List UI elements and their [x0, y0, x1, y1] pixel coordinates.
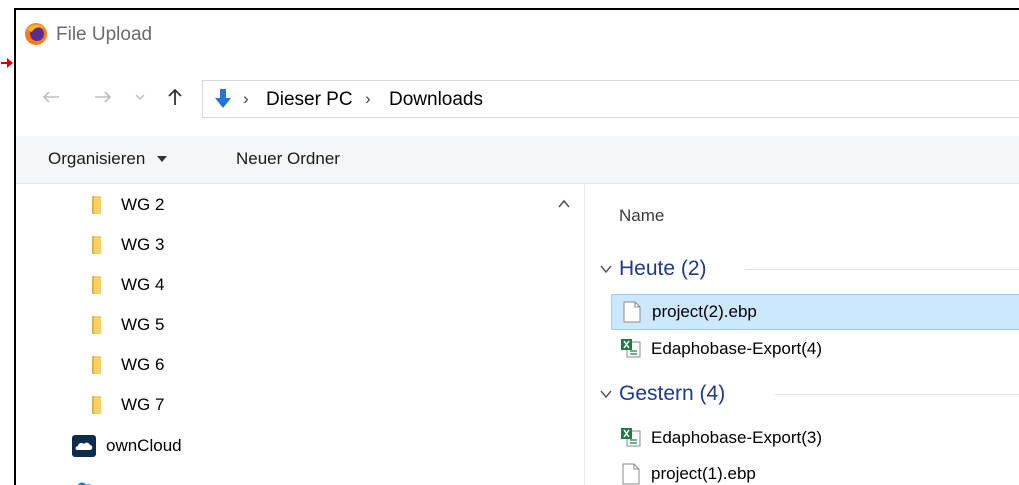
firefox-icon — [25, 23, 47, 45]
organize-button[interactable]: Organisieren — [48, 149, 168, 169]
document-icon — [621, 462, 641, 485]
folder-icon — [92, 316, 101, 334]
file-row[interactable]: project(1).ebp — [611, 456, 1019, 485]
scroll-up-icon[interactable] — [556, 196, 572, 212]
owncloud-icon — [72, 435, 96, 457]
breadcrumb-downloads[interactable]: Downloads — [389, 89, 483, 111]
tree-item-wg6[interactable]: WG 6 — [92, 350, 164, 380]
tree-item-label: ownCloud — [106, 436, 182, 455]
tree-item-wg3[interactable]: WG 3 — [92, 230, 164, 260]
group-divider — [745, 269, 1019, 270]
address-bar[interactable]: › Dieser PC › Downloads — [202, 80, 1019, 118]
group-divider — [775, 394, 1019, 395]
breadcrumb-separator-icon: › — [365, 89, 371, 108]
forward-button[interactable] — [88, 82, 118, 112]
title-bar: File Upload — [16, 10, 1019, 62]
caret-down-icon — [157, 156, 168, 162]
cloud-icon — [77, 482, 92, 485]
arrow-up-icon — [168, 88, 182, 105]
tree-item-label: WG 2 — [121, 195, 165, 214]
breadcrumb-dieser-pc[interactable]: Dieser PC — [266, 89, 353, 111]
window-title: File Upload — [56, 24, 153, 45]
tree-item-label: WG 4 — [121, 275, 165, 294]
tree-item-wg2[interactable]: WG 2 — [92, 190, 164, 220]
tree-item-label: WG 6 — [121, 355, 165, 374]
chevron-down-icon — [135, 94, 145, 100]
folder-icon — [92, 236, 101, 254]
excel-icon — [621, 337, 641, 361]
navigation-bar: › Dieser PC › Downloads — [16, 62, 1019, 136]
up-button[interactable] — [160, 82, 190, 112]
excel-icon — [621, 426, 641, 450]
tree-item-wg7[interactable]: WG 7 — [92, 390, 164, 420]
back-button[interactable] — [36, 82, 66, 112]
recent-locations-button[interactable] — [130, 82, 150, 112]
tree-item-label: WG 3 — [121, 235, 165, 254]
chevron-down-icon — [600, 265, 612, 274]
file-list-pane: Name Heute (2) project(2).ebp Edaphobase… — [585, 184, 1019, 485]
arrow-right-icon — [95, 91, 112, 103]
group-label: Heute (2) — [619, 257, 707, 280]
group-header-yesterday[interactable]: Gestern (4) — [599, 379, 725, 409]
breadcrumb-separator-icon: › — [243, 89, 249, 108]
tree-item-wg5[interactable]: WG 5 — [92, 310, 164, 340]
folder-icon — [92, 356, 101, 374]
file-row[interactable]: Edaphobase-Export(3) — [611, 420, 1019, 456]
organize-label: Organisieren — [48, 149, 146, 168]
folder-icon — [92, 196, 101, 214]
arrow-left-icon — [42, 91, 59, 103]
chevron-down-icon — [600, 390, 612, 399]
new-folder-button[interactable]: Neuer Ordner — [236, 149, 340, 169]
file-row[interactable]: project(2).ebp — [611, 294, 1019, 330]
group-label: Gestern (4) — [619, 382, 726, 405]
document-icon — [622, 300, 642, 324]
tree-item-label: WG 7 — [121, 395, 165, 414]
file-upload-dialog: File Upload › Dieser PC › Downloads Orga… — [14, 8, 1019, 485]
annotation-arrow-icon — [1, 58, 13, 68]
tree-item-partial[interactable] — [72, 471, 106, 485]
download-arrow-icon — [215, 89, 231, 108]
file-row[interactable]: Edaphobase-Export(4) — [611, 331, 1019, 367]
command-bar: Organisieren Neuer Ordner — [16, 136, 1019, 184]
file-name: Edaphobase-Export(4) — [651, 339, 823, 358]
tree-item-wg4[interactable]: WG 4 — [92, 270, 164, 300]
file-name: Edaphobase-Export(3) — [651, 428, 823, 447]
tree-item-owncloud[interactable]: ownCloud — [72, 431, 182, 461]
column-header-name[interactable]: Name — [619, 206, 664, 226]
group-header-today[interactable]: Heute (2) — [599, 254, 707, 284]
folder-icon — [92, 276, 101, 294]
tree-item-label: WG 5 — [121, 315, 165, 334]
folder-icon — [92, 396, 101, 414]
navigation-pane: WG 2 WG 3 WG 4 WG 5 WG 6 WG 7 ownCloud — [16, 184, 584, 485]
file-name: project(2).ebp — [652, 302, 757, 321]
file-name: project(1).ebp — [651, 464, 756, 483]
